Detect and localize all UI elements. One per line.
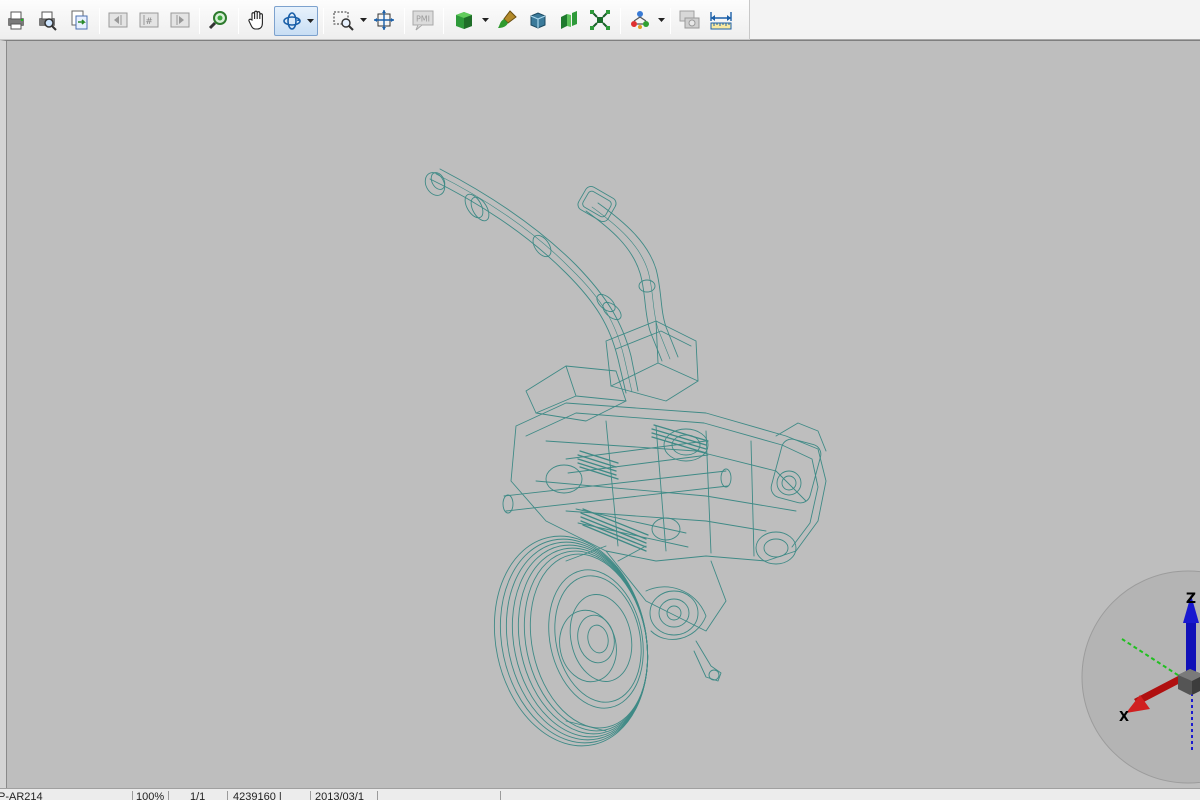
chevron-down-icon[interactable] (482, 18, 489, 23)
chevron-down-icon[interactable] (658, 18, 665, 23)
next-page-icon[interactable] (168, 8, 192, 32)
toolbar-separator (199, 8, 200, 34)
find-icon[interactable] (207, 8, 231, 32)
status-page: 1/1 (190, 791, 206, 800)
status-size: 4239160 | (233, 791, 282, 800)
status-divider (227, 791, 228, 800)
status-divider (132, 791, 133, 800)
wireframe-model[interactable] (6, 41, 1200, 788)
status-divider (377, 791, 378, 800)
wireframe-cube-icon[interactable] (526, 8, 550, 32)
svg-text:#: # (145, 17, 153, 27)
pan-hand-icon[interactable] (245, 8, 269, 32)
status-divider (500, 791, 501, 800)
svg-text:PMI: PMI (416, 15, 430, 24)
print-icon[interactable] (4, 8, 28, 32)
zoom-window-icon[interactable] (331, 8, 355, 32)
status-zoom: 100% (136, 791, 165, 800)
status-divider (310, 791, 311, 800)
chevron-down-icon[interactable] (307, 19, 314, 24)
assembly-icon[interactable] (628, 8, 652, 32)
status-bar: P-AR214 100% 1/1 4239160 | 2013/03/1 (0, 788, 1200, 800)
toolbar-background (750, 0, 1200, 40)
print-preview-icon[interactable] (35, 8, 59, 32)
toolbar-separator (99, 8, 100, 34)
toolbar-separator (670, 8, 671, 34)
prev-page-icon[interactable] (106, 8, 130, 32)
3d-viewport[interactable]: Z X (0, 40, 1200, 788)
toolbar-separator (443, 8, 444, 34)
toolbar-separator (323, 8, 324, 34)
status-divider (168, 791, 169, 800)
power-steering-pump-wireframe (424, 168, 827, 747)
status-date: 2013/03/1 (315, 791, 364, 800)
section-icon[interactable] (557, 8, 581, 32)
explode-icon[interactable] (588, 8, 612, 32)
page-number-icon[interactable]: # (137, 8, 161, 32)
paint-brush-icon[interactable] (495, 8, 519, 32)
shaded-cube-icon[interactable] (452, 8, 476, 32)
camera-views-icon[interactable] (678, 8, 702, 32)
measure-icon[interactable] (709, 8, 733, 32)
rotate-icon (283, 12, 301, 30)
pmi-icon[interactable]: PMI (411, 8, 435, 32)
export-icon[interactable] (67, 8, 91, 32)
x-axis-label: X (1119, 710, 1129, 725)
orientation-triad[interactable]: Z X (1080, 569, 1200, 788)
toolbar-separator (238, 8, 239, 34)
status-file-name: P-AR214 (0, 791, 43, 800)
chevron-down-icon[interactable] (360, 18, 367, 23)
z-axis-label: Z (1186, 591, 1196, 607)
main-toolbar: # PMI (0, 0, 750, 40)
rotate-button[interactable] (274, 6, 318, 36)
toolbar-separator (620, 8, 621, 34)
toolbar-separator (404, 8, 405, 34)
fit-all-icon[interactable] (372, 8, 396, 32)
